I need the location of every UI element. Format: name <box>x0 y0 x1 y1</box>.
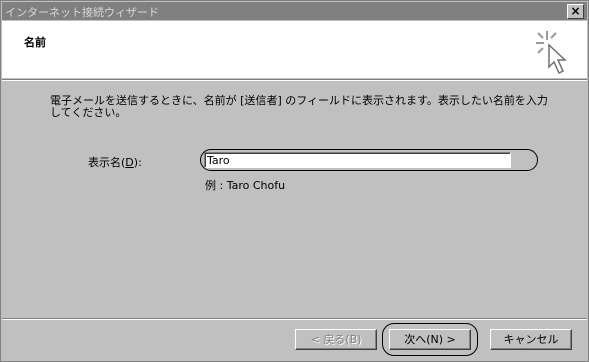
page-heading: 名前 <box>24 36 46 49</box>
input-highlight-outline <box>200 149 538 171</box>
close-icon: × <box>570 4 581 18</box>
example-text: 例 : Taro Chofu <box>205 179 286 192</box>
close-button[interactable]: × <box>567 4 584 19</box>
back-button[interactable]: < 戻る(B) <box>295 329 377 350</box>
wizard-header: 名前 <box>2 21 587 78</box>
display-name-label: 表示名(D): <box>88 156 142 169</box>
cancel-button[interactable]: キャンセル <box>490 329 572 350</box>
wizard-window: インターネット接続ウィザード × 名前 電子メールを送信するときに、名前が [送… <box>0 0 589 362</box>
header-separator <box>2 79 587 81</box>
description-text: 電子メールを送信するときに、名前が [送信者] のフィールドに表示されます。表示… <box>50 94 548 119</box>
window-title: インターネット接続ウィザード <box>5 6 159 19</box>
title-bar: インターネット接続ウィザード × <box>2 2 587 20</box>
next-highlight-outline <box>382 323 478 356</box>
footer-separator <box>2 318 587 320</box>
wizard-cursor-icon <box>536 31 567 75</box>
